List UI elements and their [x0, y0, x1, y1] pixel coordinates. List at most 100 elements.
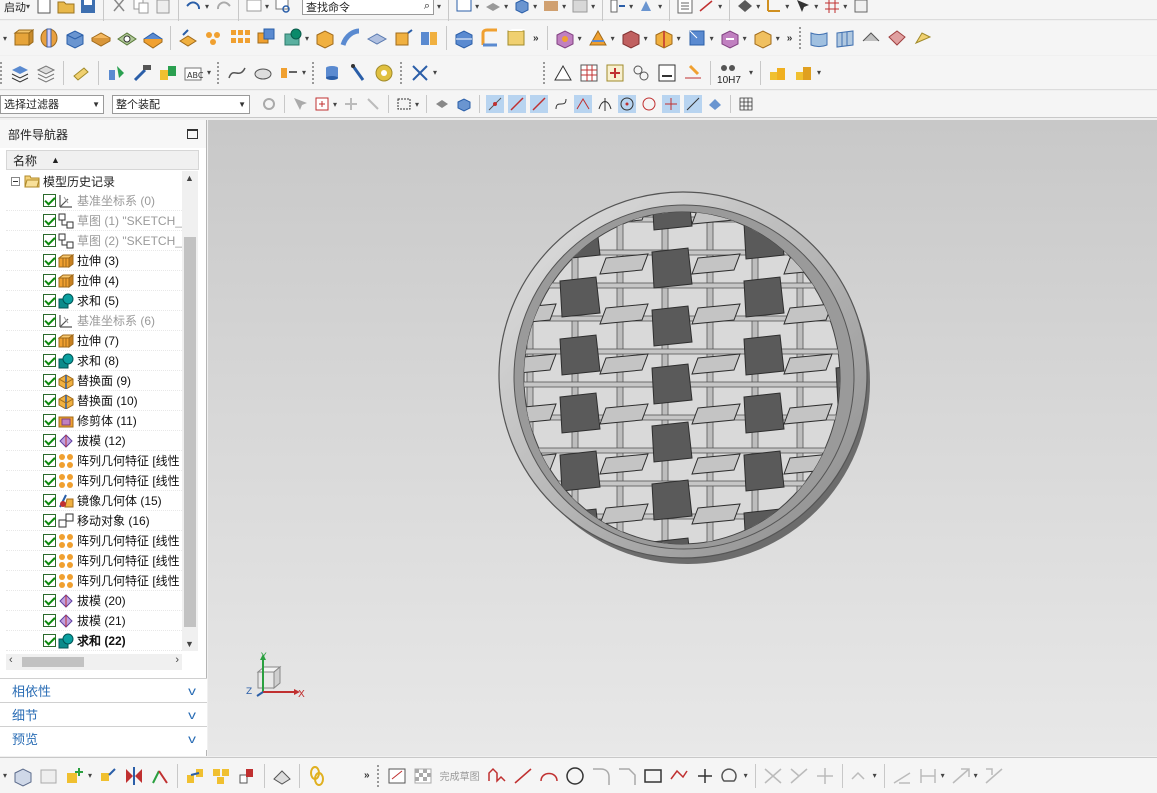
tree-row[interactable]: 拔模 (20): [6, 591, 182, 611]
undo-icon[interactable]: [185, 0, 203, 15]
pattern-geometry-icon[interactable]: [229, 27, 251, 49]
snap-center-icon[interactable]: [618, 95, 637, 113]
finish-sketch-label[interactable]: 完成草图: [440, 768, 480, 783]
visibility-checkbox[interactable]: [43, 394, 56, 407]
visibility-checkbox[interactable]: [43, 374, 56, 387]
face-blend-icon[interactable]: [479, 27, 501, 49]
line-icon[interactable]: [512, 765, 534, 787]
search-icon[interactable]: ⌕: [424, 0, 430, 13]
scroll-right-icon[interactable]: ›: [175, 654, 179, 666]
tree-row[interactable]: 草图 (2) "SKETCH_: [6, 231, 182, 251]
visibility-checkbox[interactable]: [43, 314, 56, 327]
column-header-name[interactable]: 名称 ▲: [6, 150, 199, 170]
tree-horizontal-scrollbar[interactable]: ‹ ›: [6, 654, 182, 670]
offset-curve-icon[interactable]: [720, 765, 742, 787]
assembly-navigator-icon[interactable]: [12, 765, 34, 787]
tree-row[interactable]: 基准坐标系 (6): [6, 311, 182, 331]
select-icon[interactable]: [794, 0, 812, 15]
snap-surface-icon[interactable]: [706, 95, 724, 113]
finish-sketch-icon[interactable]: [412, 765, 434, 787]
reuse-library-icon[interactable]: [767, 62, 789, 84]
tree-row[interactable]: 求和 (8): [6, 351, 182, 371]
offset-region-icon[interactable]: [752, 27, 774, 49]
tolerance-icon[interactable]: [717, 62, 739, 84]
selection-filter-dropdown[interactable]: 选择过滤器 ▼: [0, 94, 104, 114]
scroll-down-icon[interactable]: ▼: [185, 639, 194, 649]
move-component-icon[interactable]: [97, 765, 119, 787]
selection-scope-dropdown[interactable]: 整个装配 ▼: [112, 94, 250, 114]
scrollbar-thumb[interactable]: [184, 237, 196, 627]
make-corner-icon[interactable]: [814, 765, 836, 787]
tree-row[interactable]: 阵列几何特征 [线性: [6, 471, 182, 491]
visibility-checkbox[interactable]: [43, 514, 56, 527]
visibility-checkbox[interactable]: [43, 494, 56, 507]
chamfer-icon[interactable]: [620, 27, 642, 49]
visibility-checkbox[interactable]: [43, 414, 56, 427]
open-folder-icon[interactable]: [57, 0, 75, 15]
select-box-icon[interactable]: [313, 95, 331, 113]
curve-icon[interactable]: [226, 62, 248, 84]
drawing-sheet-icon[interactable]: [656, 62, 678, 84]
ring-icon[interactable]: [373, 62, 395, 84]
quick-trim-icon[interactable]: [762, 765, 784, 787]
measure-icon[interactable]: [698, 0, 716, 15]
visibility-checkbox[interactable]: [43, 454, 56, 467]
new-file-icon[interactable]: [35, 0, 53, 15]
scroll-up-icon[interactable]: ▲: [185, 173, 194, 183]
visibility-checkbox[interactable]: [43, 294, 56, 307]
dimension-icon[interactable]: [682, 62, 704, 84]
visibility-checkbox[interactable]: [43, 434, 56, 447]
visibility-checkbox[interactable]: [43, 194, 56, 207]
scrollbar-thumb[interactable]: [22, 657, 84, 667]
visibility-checkbox[interactable]: [43, 594, 56, 607]
move-face-icon[interactable]: [719, 27, 741, 49]
rectangle-icon[interactable]: [642, 765, 664, 787]
collapse-icon[interactable]: [11, 176, 20, 186]
tree-row[interactable]: 基准坐标系 (0): [6, 191, 182, 211]
visibility-checkbox[interactable]: [43, 234, 56, 247]
polygon-icon[interactable]: [668, 765, 690, 787]
snap-view-icon[interactable]: [609, 0, 627, 15]
tree-row[interactable]: 阵列几何特征 [线性: [6, 551, 182, 571]
tree-row[interactable]: 拉伸 (7): [6, 331, 182, 351]
tree-row[interactable]: 移动对象 (16): [6, 511, 182, 531]
weld-icon[interactable]: [409, 62, 431, 84]
select-feature-icon[interactable]: [433, 95, 451, 113]
drawing-icon[interactable]: [271, 765, 293, 787]
tree-row[interactable]: 求和 (5): [6, 291, 182, 311]
studio-surface-icon[interactable]: [912, 27, 934, 49]
information-icon[interactable]: [676, 0, 694, 15]
add-component-icon[interactable]: [105, 62, 127, 84]
mold-wizard-icon[interactable]: [793, 62, 815, 84]
draft-body-icon[interactable]: [686, 27, 708, 49]
chamfer-curve-icon[interactable]: [616, 765, 638, 787]
pattern-component-icon[interactable]: [210, 765, 232, 787]
visibility-checkbox[interactable]: [43, 554, 56, 567]
part-model-render[interactable]: [208, 120, 1157, 756]
gear-spring-icon[interactable]: [347, 62, 369, 84]
spreadsheet-icon[interactable]: [604, 62, 626, 84]
circle-icon[interactable]: [564, 765, 586, 787]
visibility-checkbox[interactable]: [43, 274, 56, 287]
layer-settings-icon[interactable]: [9, 62, 31, 84]
filter-gear-icon[interactable]: [260, 95, 278, 113]
surface-icon[interactable]: [808, 27, 830, 49]
background-icon[interactable]: [542, 0, 560, 15]
tree-row[interactable]: 草图 (1) "SKETCH_: [6, 211, 182, 231]
tree-row[interactable]: 拉伸 (4): [6, 271, 182, 291]
tree-row[interactable]: 镜像几何体 (15): [6, 491, 182, 511]
sketch-task-icon[interactable]: [386, 765, 408, 787]
command-search-input[interactable]: 查找命令 ⌕: [302, 0, 435, 15]
visibility-checkbox[interactable]: [43, 574, 56, 587]
mesh-surface-icon[interactable]: [886, 27, 908, 49]
save-icon[interactable]: [79, 0, 97, 15]
panel-dependencies[interactable]: 相依性 v: [0, 678, 207, 702]
through-curves-icon[interactable]: [834, 27, 856, 49]
scale-body-icon[interactable]: [392, 27, 414, 49]
unite-assembly-icon[interactable]: [554, 27, 576, 49]
sweep-icon[interactable]: [340, 27, 362, 49]
annotation-icon[interactable]: [70, 62, 92, 84]
tree-row[interactable]: 拔模 (21): [6, 611, 182, 631]
grid-icon[interactable]: [823, 0, 841, 15]
tree-row[interactable]: 修剪体 (11): [6, 411, 182, 431]
